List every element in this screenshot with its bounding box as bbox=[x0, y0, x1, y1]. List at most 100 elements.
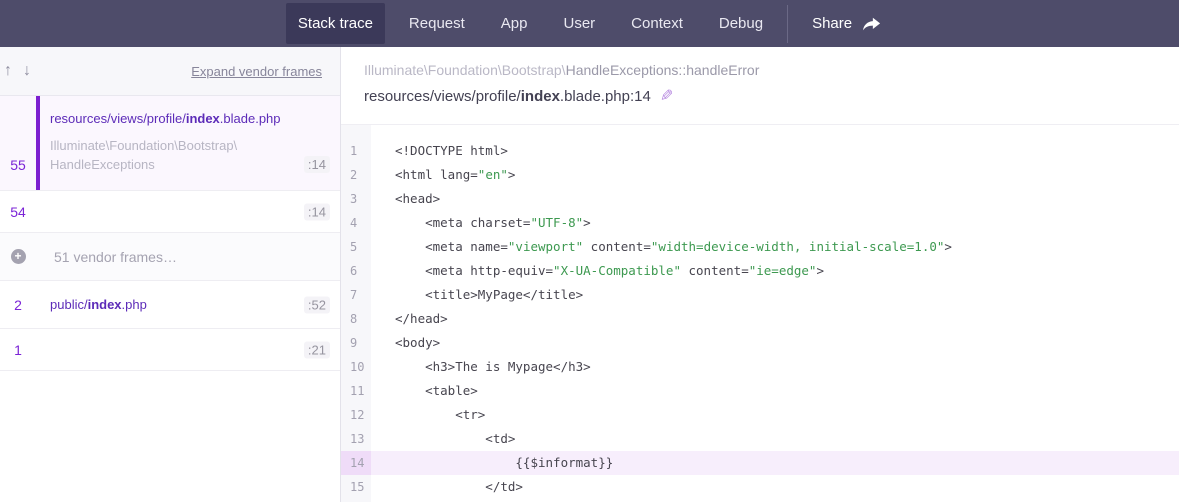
line-number: 15 bbox=[341, 475, 371, 499]
nav-divider bbox=[787, 5, 788, 43]
code-line: 11 <table> bbox=[341, 379, 1179, 403]
sidebar-header: ↑ ↓ Expand vendor frames bbox=[0, 47, 340, 96]
top-nav: Stack trace Request App User Context Debug Sh… bbox=[0, 0, 1179, 47]
expand-vendor-frames-link[interactable]: Expand vendor frames bbox=[191, 64, 322, 79]
exception-class-method: HandleExceptions::handleError bbox=[566, 62, 760, 78]
line-number: 5 bbox=[341, 235, 371, 259]
tab-stack-trace[interactable]: Stack trace bbox=[286, 3, 385, 44]
line-number: 10 bbox=[341, 355, 371, 379]
code-text: <html lang="en"> bbox=[371, 163, 515, 187]
frame-file-path: resources/views/profile/index.blade.php bbox=[50, 110, 292, 127]
code-text: {{$informat}} bbox=[371, 451, 613, 475]
vendor-frames-toggle[interactable]: + 51 vendor frames… bbox=[0, 233, 340, 281]
line-number: 4 bbox=[341, 211, 371, 235]
code-line: 12 <tr> bbox=[341, 403, 1179, 427]
open-in-editor-button[interactable]: ✎ bbox=[660, 86, 673, 106]
exception-file-path: resources/views/profile/index.blade.php:… bbox=[364, 88, 651, 105]
code-token: content= bbox=[583, 239, 651, 254]
nav-tabs: Stack trace Request App User Context Debug bbox=[286, 0, 775, 47]
code-token: <title>MyPage</title> bbox=[395, 287, 583, 302]
frame-file-path: public/index.php bbox=[50, 296, 292, 313]
string-token: "width=device-width, initial-scale=1.0" bbox=[651, 239, 945, 254]
code-text: <table> bbox=[371, 379, 478, 403]
frame-class-line1: Illuminate\Foundation\Bootstrap\ bbox=[50, 136, 292, 155]
code-token: </head> bbox=[395, 311, 448, 326]
code-token: > bbox=[583, 215, 591, 230]
stack-frame[interactable]: 1 :21 bbox=[0, 329, 340, 371]
line-number: 9 bbox=[341, 331, 371, 355]
tab-user[interactable]: User bbox=[552, 3, 608, 44]
previous-frame-arrow-icon[interactable]: ↑ bbox=[2, 62, 14, 80]
code-panel-header: Illuminate\Foundation\Bootstrap\HandleEx… bbox=[341, 47, 1179, 124]
code-line: 8 </head> bbox=[341, 307, 1179, 331]
stack-trace-sidebar: ↑ ↓ Expand vendor frames 55 resources/vi… bbox=[0, 47, 341, 502]
line-number-badge: :21 bbox=[304, 341, 330, 358]
code-token: <meta charset= bbox=[395, 215, 530, 230]
code-text: <meta http-equiv="X-UA-Compatible" conte… bbox=[371, 259, 824, 283]
code-text: <!DOCTYPE html> bbox=[371, 139, 508, 163]
code-token: <h3>The is Mypage</h3> bbox=[395, 359, 591, 374]
code-token: <meta http-equiv= bbox=[395, 263, 553, 278]
code-token: <body> bbox=[395, 335, 440, 350]
stack-frame[interactable]: 2 public/index.php :52 bbox=[0, 281, 340, 329]
string-token: "ie=edge" bbox=[749, 263, 817, 278]
string-token: "UTF-8" bbox=[530, 215, 583, 230]
code-text: <tr> bbox=[371, 403, 485, 427]
code-token: > bbox=[944, 239, 952, 254]
code-text: <head> bbox=[371, 187, 440, 211]
code-token: <html lang= bbox=[395, 167, 478, 182]
share-button-label: Share bbox=[812, 15, 852, 32]
code-line: 15 </td> bbox=[341, 475, 1179, 499]
file-name: index bbox=[521, 88, 560, 105]
path-filename: index bbox=[88, 297, 122, 312]
code-text: <meta charset="UTF-8"> bbox=[371, 211, 591, 235]
code-line-highlighted: 14 {{$informat}} bbox=[341, 451, 1179, 475]
line-number: 6 bbox=[341, 259, 371, 283]
stack-frame[interactable]: 54 :14 bbox=[0, 191, 340, 233]
frame-class-line2: HandleExceptions bbox=[50, 155, 292, 174]
stack-frame-selected[interactable]: 55 resources/views/profile/index.blade.p… bbox=[0, 96, 340, 191]
sidebar-empty-space bbox=[0, 371, 340, 502]
frame-content: resources/views/profile/index.blade.php … bbox=[40, 96, 340, 190]
line-number: 8 bbox=[341, 307, 371, 331]
share-button[interactable]: Share bbox=[800, 15, 893, 32]
next-frame-arrow-icon[interactable]: ↓ bbox=[21, 62, 33, 80]
code-token: <meta name= bbox=[395, 239, 508, 254]
code-line: 9 <body> bbox=[341, 331, 1179, 355]
exception-class-prefix: Illuminate\Foundation\Bootstrap\ bbox=[364, 62, 566, 78]
exception-file: resources/views/profile/index.blade.php:… bbox=[364, 86, 1179, 106]
code-panel: Illuminate\Foundation\Bootstrap\HandleEx… bbox=[341, 47, 1179, 502]
frame-number: 55 bbox=[0, 96, 36, 190]
tab-context[interactable]: Context bbox=[619, 3, 695, 44]
exception-class: Illuminate\Foundation\Bootstrap\HandleEx… bbox=[364, 62, 1179, 78]
line-number-badge: :14 bbox=[304, 203, 330, 220]
tab-request[interactable]: Request bbox=[397, 3, 477, 44]
path-prefix: public/ bbox=[50, 297, 88, 312]
code-text: <meta name="viewport" content="width=dev… bbox=[371, 235, 952, 259]
code-line: 2<html lang="en"> bbox=[341, 163, 1179, 187]
code-token: <table> bbox=[395, 383, 478, 398]
tab-debug[interactable]: Debug bbox=[707, 3, 775, 44]
line-number: 12 bbox=[341, 403, 371, 427]
code-line: 5 <meta name="viewport" content="width=d… bbox=[341, 235, 1179, 259]
vendor-icon-col: + bbox=[0, 249, 36, 264]
code-token: </td> bbox=[395, 479, 523, 494]
path-suffix: .php bbox=[122, 297, 147, 312]
line-number-badge: :14 bbox=[304, 156, 330, 173]
code-text: <body> bbox=[371, 331, 440, 355]
line-number: 11 bbox=[341, 379, 371, 403]
code-token: content= bbox=[681, 263, 749, 278]
frame-content: public/index.php bbox=[40, 296, 340, 313]
code-line: 10 <h3>The is Mypage</h3> bbox=[341, 355, 1179, 379]
code-line: 4 <meta charset="UTF-8"> bbox=[341, 211, 1179, 235]
frame-class: Illuminate\Foundation\Bootstrap\ HandleE… bbox=[50, 136, 292, 174]
tab-app[interactable]: App bbox=[489, 3, 540, 44]
code-token: <tr> bbox=[395, 407, 485, 422]
code-text: <td> bbox=[371, 427, 515, 451]
frame-number: 1 bbox=[0, 342, 36, 358]
file-suffix: .blade.php:14 bbox=[560, 88, 651, 105]
code-line: 1<!DOCTYPE html> bbox=[341, 139, 1179, 163]
code-viewer: 1<!DOCTYPE html>2<html lang="en">3<head>… bbox=[341, 124, 1179, 502]
path-filename: index bbox=[186, 111, 220, 126]
vendor-frames-label: 51 vendor frames… bbox=[40, 249, 177, 265]
